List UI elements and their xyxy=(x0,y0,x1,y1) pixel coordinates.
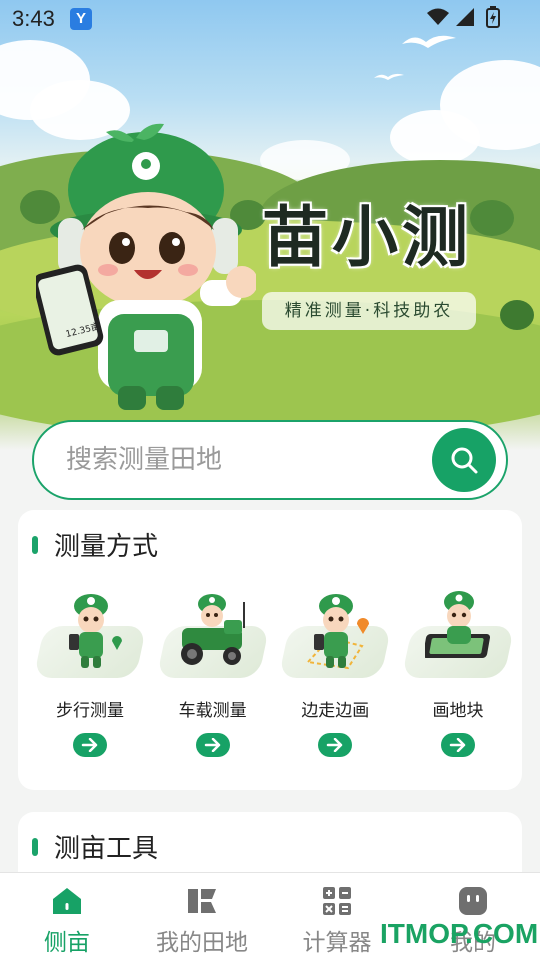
nav-tab-my-fields[interactable]: 我的田地 xyxy=(137,885,267,957)
tree xyxy=(470,200,514,236)
profile-icon xyxy=(457,885,489,917)
section-title: 测量方式 xyxy=(54,532,159,562)
tractor-mascot-icon xyxy=(156,586,270,686)
method-draw-plot[interactable]: 画地块 xyxy=(401,586,515,757)
search-bar[interactable] xyxy=(32,420,508,500)
nav-label: 侧亩 xyxy=(44,930,90,956)
status-icons xyxy=(426,6,500,28)
method-label: 画地块 xyxy=(432,701,484,721)
app-notification-icon: Y xyxy=(70,8,92,30)
method-label: 车载测量 xyxy=(178,701,247,721)
method-go-button[interactable] xyxy=(73,733,107,757)
draw-while-walking-mascot-icon xyxy=(278,586,392,686)
method-go-button[interactable] xyxy=(440,733,475,757)
method-draw-walking[interactable]: 边走边画 xyxy=(278,586,392,757)
method-label: 边走边画 xyxy=(301,701,370,721)
section-accent-bar xyxy=(32,535,38,554)
mascot-illustration: 12.35亩 xyxy=(36,123,256,410)
section-title: 测亩工具 xyxy=(54,834,159,864)
cloud xyxy=(390,110,480,165)
arrow-right-icon xyxy=(81,738,98,752)
method-go-button[interactable] xyxy=(195,733,230,757)
method-label: 步行测量 xyxy=(56,701,124,721)
status-bar: 3:43 Y xyxy=(0,0,540,38)
hero-banner: 12.35亩 苗小测 精准测量·科技助农 xyxy=(0,0,540,450)
nav-label: 我的田地 xyxy=(156,930,248,956)
section-accent-bar xyxy=(32,837,38,856)
bird-icon xyxy=(374,73,404,80)
nav-label: 计算器 xyxy=(302,930,372,956)
search-icon xyxy=(451,447,478,474)
arrow-right-icon xyxy=(449,738,466,752)
home-icon xyxy=(51,885,83,917)
arrow-right-icon xyxy=(327,738,343,752)
method-walking[interactable]: 步行测量 xyxy=(33,586,147,757)
brand-slogan: 精准测量·科技助农 xyxy=(262,292,476,330)
wifi-icon xyxy=(427,8,449,25)
draw-plot-mascot-icon xyxy=(401,586,515,686)
signal-icon xyxy=(456,8,474,26)
fields-icon xyxy=(186,885,218,917)
tree xyxy=(500,300,534,330)
section-header: 测亩工具 xyxy=(32,828,158,865)
status-time: 3:43 xyxy=(12,6,55,31)
walking-mascot-icon xyxy=(33,586,147,686)
method-go-button[interactable] xyxy=(318,733,353,757)
measure-method-list: 步行测量 车载测量 边走边画 画地块 xyxy=(33,586,515,757)
nav-tab-home[interactable]: 侧亩 xyxy=(2,885,132,957)
battery-icon xyxy=(486,6,500,28)
method-vehicle[interactable]: 车载测量 xyxy=(156,586,270,757)
search-button[interactable] xyxy=(432,428,496,492)
search-input[interactable] xyxy=(66,422,426,498)
arrow-right-icon xyxy=(204,738,220,752)
measure-methods-card: 测量方式 步行测量 车载测量 边走边画 画地块 xyxy=(18,510,522,790)
section-header: 测量方式 xyxy=(32,526,158,563)
brand-title: 苗小测 xyxy=(262,199,472,276)
calculator-icon xyxy=(321,885,353,917)
watermark: ITMOP.COM xyxy=(380,918,539,949)
